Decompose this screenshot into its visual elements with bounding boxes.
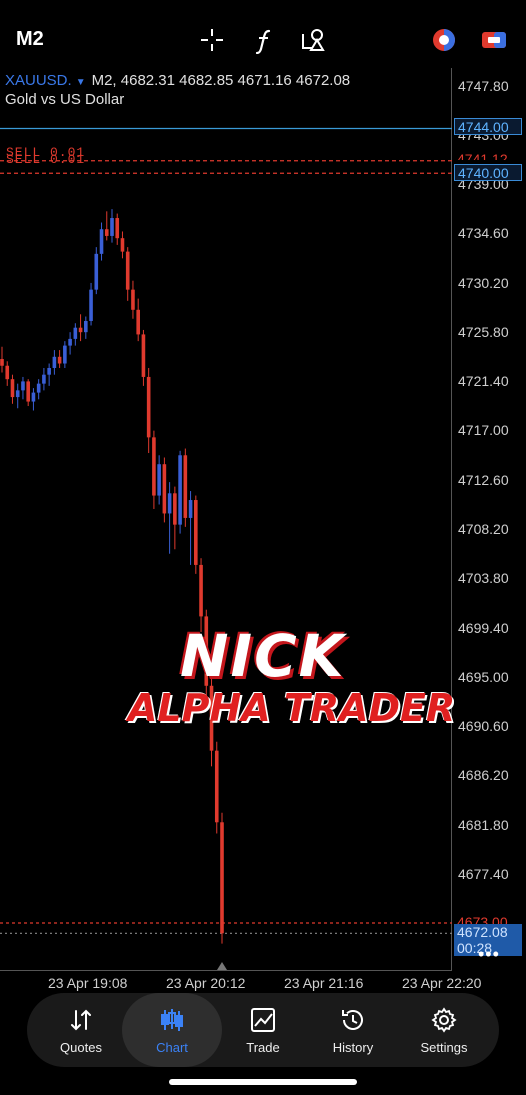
level-tag-current-red: 4673.00 [454, 914, 522, 924]
candle-body [188, 500, 193, 518]
bottom-navigation: Quotes Chart Trade History Settings [27, 993, 499, 1067]
nav-settings[interactable]: Settings [399, 993, 489, 1067]
price-axis-label: 4721.40 [458, 373, 509, 389]
watermark-subtitle: ALPHA TRADER [128, 686, 456, 730]
time-axis-label: 23 Apr 20:12 [166, 975, 246, 991]
candle-body [5, 365, 10, 380]
candle-body [120, 238, 125, 252]
candle-body [115, 218, 120, 239]
candle-body [78, 327, 83, 333]
time-axis-label: 23 Apr 22:20 [402, 975, 482, 991]
nav-label: History [332, 1040, 374, 1055]
candle-body [73, 327, 78, 339]
candle-body [10, 379, 15, 398]
candle-body [47, 367, 51, 375]
candle-body [152, 437, 156, 496]
nav-history[interactable]: History [308, 993, 398, 1067]
price-axis-label: 4747.80 [458, 78, 509, 94]
candle-body [141, 334, 146, 377]
chart-icon [161, 1009, 183, 1031]
candle-body [26, 381, 30, 402]
candle-body [84, 320, 88, 333]
candle-body [57, 356, 62, 364]
price-axis-label: 4712.60 [458, 472, 509, 488]
nav-label: Quotes [60, 1040, 102, 1055]
level-tag-blue: 4744.00 [454, 118, 522, 135]
candle-body [52, 356, 57, 368]
candle-body [214, 750, 219, 823]
candle-body [146, 376, 151, 438]
candle-body [110, 218, 114, 236]
current-price-tag: 4672.08 [454, 924, 522, 941]
price-axis-label: 4690.60 [458, 718, 509, 734]
price-axis-label: 4699.40 [458, 620, 509, 636]
candle-body [99, 229, 104, 254]
candle-body [167, 493, 172, 514]
nav-chart[interactable]: Chart [122, 993, 222, 1067]
level-tag-entry: 4740.00 [454, 164, 522, 181]
price-axis-label: 4686.20 [458, 767, 509, 783]
time-axis-label: 23 Apr 21:16 [284, 975, 364, 991]
candle-body [0, 359, 4, 366]
candle-body [131, 289, 135, 310]
candle-body [89, 289, 93, 321]
watermark-title: NICK [180, 622, 346, 690]
candle-body [36, 383, 41, 393]
home-indicator [169, 1079, 357, 1085]
candle-body [42, 374, 46, 384]
time-axis-label: 23 Apr 19:08 [48, 975, 128, 991]
settings-icon [431, 1007, 457, 1033]
history-icon [342, 1010, 363, 1030]
price-axis-label: 4695.00 [458, 669, 509, 685]
candle-body [125, 251, 130, 290]
time-marker-icon [217, 962, 227, 970]
candle-body [183, 455, 188, 518]
price-axis-label: 4734.60 [458, 225, 509, 241]
more-menu-icon[interactable]: ••• [478, 944, 500, 965]
nav-label: Settings [420, 1040, 468, 1055]
candle-body [31, 392, 36, 402]
candle-body [162, 464, 167, 514]
nav-trade[interactable]: Trade [218, 993, 308, 1067]
candle-body [63, 345, 67, 364]
candle-body [220, 822, 224, 934]
price-axis-label: 4730.20 [458, 275, 509, 291]
candle-body [173, 493, 177, 525]
quotes-icon [71, 1009, 91, 1031]
nav-quotes[interactable]: Quotes [36, 993, 126, 1067]
nav-label: Chart [156, 1040, 188, 1055]
price-axis-label: 4725.80 [458, 324, 509, 340]
price-axis-label: 4717.00 [458, 422, 509, 438]
candle-body [104, 229, 109, 236]
candle-body [178, 455, 182, 525]
candle-body [157, 464, 161, 496]
price-axis-label: 4681.80 [458, 817, 509, 833]
one-click-icon[interactable] [480, 26, 508, 54]
trade-icon [251, 1008, 275, 1032]
candle-body [199, 564, 203, 617]
nav-label: Trade [246, 1040, 280, 1055]
candle-body [194, 500, 198, 565]
candle-body [21, 381, 25, 391]
candle-body [94, 253, 99, 290]
price-axis-label: 4708.20 [458, 521, 509, 537]
price-axis-label: 4703.80 [458, 570, 509, 586]
candle-body [136, 309, 140, 335]
candle-body [15, 390, 20, 398]
level-tag-red: 4741.12 [454, 151, 522, 160]
price-axis-label: 4677.40 [458, 866, 509, 882]
order-label-sell: SELL 0.01 [6, 152, 86, 167]
candle-body [68, 338, 72, 346]
